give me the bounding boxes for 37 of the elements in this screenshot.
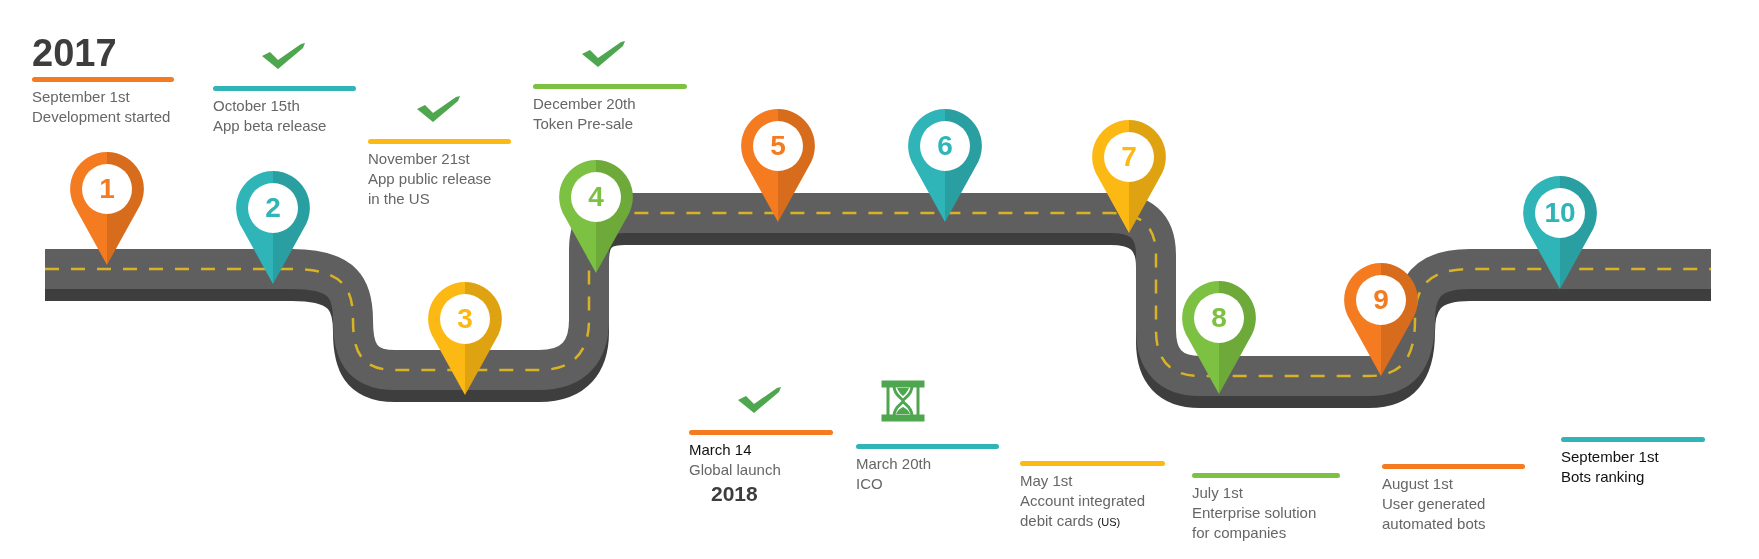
milestone-description: App public release in the US [368, 169, 493, 209]
milestone-description: User generated automated bots [1382, 494, 1487, 534]
milestone-date: December 20th [533, 94, 637, 114]
checkmark-icon [581, 40, 627, 68]
pin-number: 9 [1372, 284, 1390, 316]
milestone-date: March 20th [856, 454, 933, 474]
milestone-description: Bots ranking [1561, 467, 1646, 487]
milestone-description: Token Pre-sale [533, 114, 635, 134]
milestone-description: Account integrated debit cards (US) [1020, 491, 1147, 531]
milestone-description: App beta release [213, 116, 328, 136]
year-heading: 2018 [711, 482, 759, 506]
pin-number: 3 [456, 303, 474, 335]
pin-number: 5 [769, 130, 787, 162]
milestone-date: September 1st [32, 87, 131, 107]
pin-number: 2 [264, 192, 282, 224]
milestone-date: July 1st [1192, 483, 1244, 503]
milestone-description: Enterprise solution for companies [1192, 503, 1318, 543]
checkmark-icon [737, 386, 783, 414]
milestone-date: May 1st [1020, 471, 1074, 491]
pin-number: 10 [1543, 197, 1577, 229]
checkmark-icon [261, 42, 307, 70]
milestone-description: Global launch [689, 460, 782, 480]
milestone-date: October 15th [213, 96, 301, 116]
pin-number: 4 [587, 181, 605, 213]
pin-number: 7 [1120, 141, 1138, 173]
milestone-date: March 14 [689, 440, 753, 460]
pin-number: 1 [98, 173, 116, 205]
pin-number: 6 [936, 130, 954, 162]
checkmark-icon [416, 95, 462, 123]
milestone-date: November 21st [368, 149, 471, 169]
year-heading: 2017 [32, 31, 117, 75]
milestone-date: September 1st [1561, 447, 1660, 467]
milestone-date: August 1st [1382, 474, 1454, 494]
milestone-description: ICO [856, 474, 884, 494]
milestone-description: Development started [32, 107, 172, 127]
hourglass-icon [880, 380, 926, 422]
pin-number: 8 [1210, 302, 1228, 334]
